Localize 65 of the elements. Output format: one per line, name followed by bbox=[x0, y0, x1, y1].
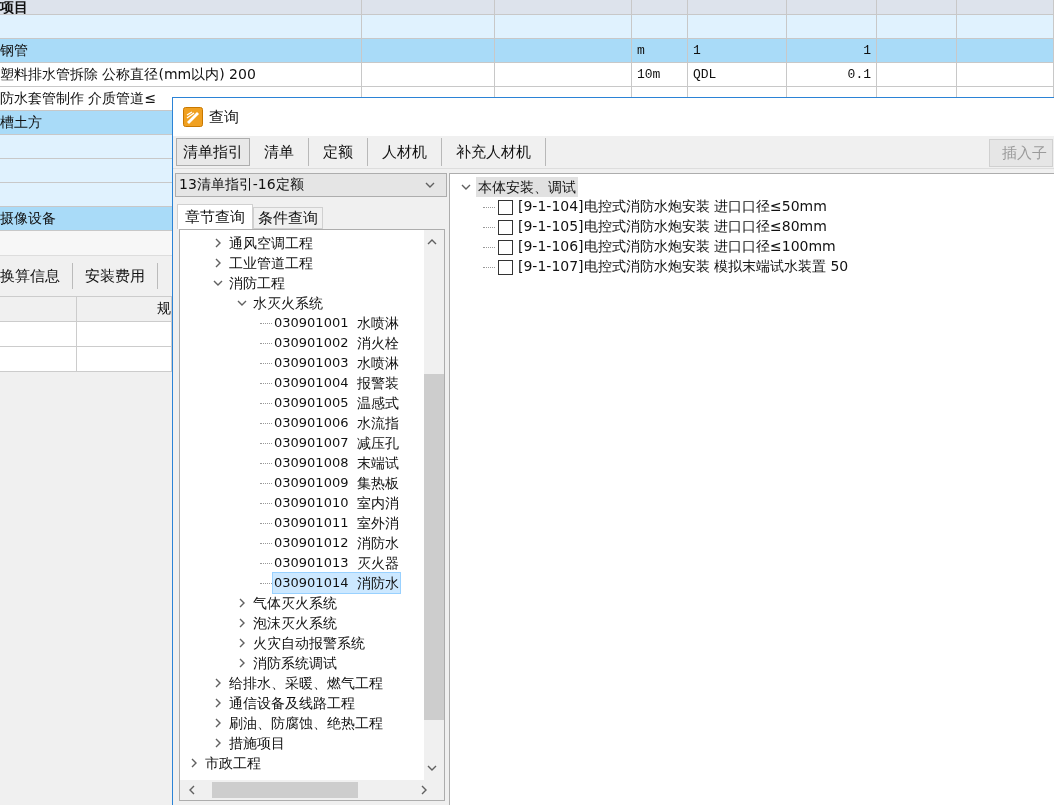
tree-item[interactable]: 030901014 消防水 bbox=[273, 573, 400, 593]
column-header: 规 bbox=[157, 300, 171, 318]
tree-item[interactable]: 030901006 水流指 bbox=[273, 413, 400, 433]
tree-item[interactable]: 030901004 报警装 bbox=[273, 373, 400, 393]
tree-item[interactable]: 气体灭火系统 bbox=[252, 593, 338, 613]
tab[interactable]: 清单指引 bbox=[176, 138, 250, 166]
tree-item[interactable]: 刷油、防腐蚀、绝热工程 bbox=[228, 713, 384, 733]
tab[interactable]: 章节查询 bbox=[177, 204, 253, 229]
tree-item[interactable]: 水灭火系统 bbox=[252, 293, 324, 313]
column-header: 项目 bbox=[0, 0, 28, 14]
table-cell: 塑料排水管拆除 公称直径(mm以内) 200 bbox=[0, 65, 256, 84]
table-cell: 1 bbox=[863, 43, 871, 58]
checkbox[interactable] bbox=[498, 259, 513, 275]
tree-item[interactable]: 消防工程 bbox=[228, 273, 286, 293]
table-cell: 10m bbox=[637, 67, 661, 82]
checkbox[interactable] bbox=[498, 199, 513, 215]
tree-item[interactable]: 本体安装、调试 bbox=[476, 177, 578, 197]
table-cell: 钢管 bbox=[0, 41, 28, 60]
tree-item[interactable]: 030901005 温感式 bbox=[273, 393, 400, 413]
tab[interactable]: 安装费用 bbox=[85, 263, 158, 289]
checkbox[interactable] bbox=[498, 219, 513, 235]
tree-item[interactable]: 火灾自动报警系统 bbox=[252, 633, 366, 653]
library-dropdown[interactable]: 13清单指引-16定额 bbox=[175, 173, 447, 197]
table-cell: m bbox=[637, 43, 645, 58]
tree-item[interactable]: 030901010 室内消 bbox=[273, 493, 400, 513]
checkbox[interactable] bbox=[498, 239, 513, 255]
table-cell: 0.1 bbox=[847, 67, 871, 82]
table-cell: 防水套管制作 介质管道≤ bbox=[0, 89, 157, 108]
tree-item[interactable]: 030901009 集热板 bbox=[273, 473, 400, 493]
table-cell: 1 bbox=[693, 43, 701, 58]
pencil-icon bbox=[183, 107, 203, 127]
tree-item[interactable]: 030901002 消火栓 bbox=[273, 333, 400, 353]
tree-item[interactable]: 030901008 末端试 bbox=[273, 453, 400, 473]
window-title: 查询 bbox=[209, 107, 239, 127]
vertical-scrollbar[interactable] bbox=[424, 230, 444, 780]
tab[interactable]: 定额 bbox=[309, 138, 368, 166]
tab[interactable]: 补充人材机 bbox=[442, 138, 546, 166]
tree-item[interactable]: 通风空调工程 bbox=[228, 233, 314, 253]
tree-item[interactable]: 030901001 水喷淋 bbox=[273, 313, 400, 333]
tree-item[interactable]: 030901007 减压孔 bbox=[273, 433, 400, 453]
tree-item[interactable]: 措施项目 bbox=[228, 733, 286, 753]
scroll-thumb[interactable] bbox=[424, 374, 444, 720]
horizontal-scrollbar[interactable] bbox=[180, 780, 444, 800]
scroll-thumb[interactable] bbox=[212, 782, 358, 798]
tree-item[interactable]: 通信设备及线路工程 bbox=[228, 693, 356, 713]
tree-item[interactable]: 030901012 消防水 bbox=[273, 533, 400, 553]
tab[interactable]: 清单 bbox=[250, 138, 309, 166]
tree-item[interactable]: 泡沫灭火系统 bbox=[252, 613, 338, 633]
tree-item[interactable]: 030901013 灭火器 bbox=[273, 553, 400, 573]
tab[interactable]: 换算信息 bbox=[0, 263, 73, 289]
table-cell: 槽土方 bbox=[0, 113, 42, 132]
tree-item[interactable]: 消防系统调试 bbox=[252, 653, 338, 673]
tree-item[interactable]: [9-1-107]电控式消防水炮安装 模拟末端试水装置 50 bbox=[518, 258, 849, 276]
tree-item[interactable]: 市政工程 bbox=[204, 753, 262, 773]
tree-item[interactable]: [9-1-106]电控式消防水炮安装 进口口径≤100mm bbox=[518, 238, 836, 256]
tree-item[interactable]: [9-1-105]电控式消防水炮安装 进口口径≤80mm bbox=[518, 218, 827, 236]
tree-item[interactable]: 030901011 室外消 bbox=[273, 513, 400, 533]
tree-item[interactable]: [9-1-104]电控式消防水炮安装 进口口径≤50mm bbox=[518, 198, 827, 216]
tree-item[interactable]: 030901003 水喷淋 bbox=[273, 353, 400, 373]
table-cell: 摄像设备 bbox=[0, 209, 56, 228]
tab[interactable]: 人材机 bbox=[368, 138, 442, 166]
table-cell: QDL bbox=[693, 67, 717, 82]
tree-item[interactable]: 给排水、采暖、燃气工程 bbox=[228, 673, 384, 693]
tree-item[interactable]: 工业管道工程 bbox=[228, 253, 314, 273]
tab[interactable]: 条件查询 bbox=[253, 207, 323, 229]
